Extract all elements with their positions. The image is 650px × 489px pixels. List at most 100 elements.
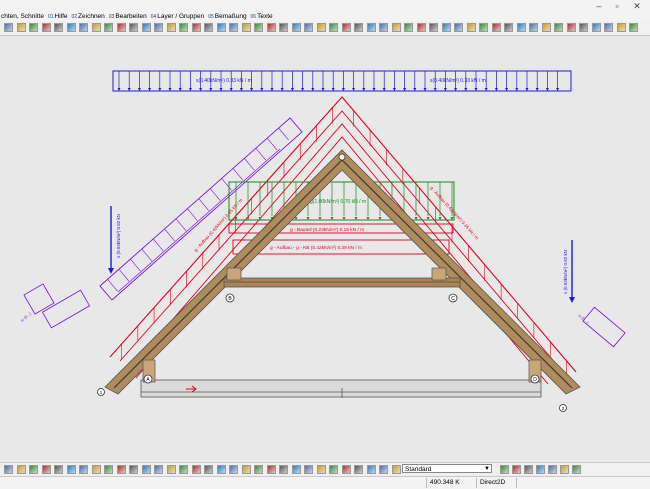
- bottom-toolbar-tool-icon[interactable]: [67, 465, 76, 474]
- top-toolbar-tool-icon[interactable]: [504, 23, 513, 32]
- bottom-toolbar-tool-icon[interactable]: [129, 465, 138, 474]
- top-toolbar-tool-icon[interactable]: [279, 23, 288, 32]
- bottom-toolbar-tool-icon[interactable]: [392, 465, 401, 474]
- minimize-icon[interactable]: –: [592, 0, 606, 12]
- top-toolbar-tool-icon[interactable]: [92, 23, 101, 32]
- top-toolbar-tool-icon[interactable]: [554, 23, 563, 32]
- top-toolbar-tool-icon[interactable]: [479, 23, 488, 32]
- node-a[interactable]: A: [143, 374, 153, 384]
- node-2[interactable]: 2: [559, 404, 567, 412]
- top-toolbar-tool-icon[interactable]: [104, 23, 113, 32]
- bottom-toolbar-tool-icon[interactable]: [142, 465, 151, 474]
- menu-item-bearbeiten[interactable]: 03Bearbeiten: [109, 12, 147, 21]
- top-toolbar-tool-icon[interactable]: [529, 23, 538, 32]
- bottom-toolbar-tool-icon[interactable]: [17, 465, 26, 474]
- top-toolbar-tool-icon[interactable]: [542, 23, 551, 32]
- menu-item-ansichten[interactable]: chten, Schnitte: [0, 12, 44, 21]
- bottom-toolbar-tool-icon[interactable]: [154, 465, 163, 474]
- bottom-toolbar-tool-icon[interactable]: [304, 465, 313, 474]
- bottom-toolbar-tool-icon[interactable]: [117, 465, 126, 474]
- bottom-toolbar-tool-icon[interactable]: [379, 465, 388, 474]
- menu-item-zeichnen[interactable]: 02Zeichnen: [71, 12, 104, 21]
- ridge-node[interactable]: [338, 153, 346, 161]
- node-1[interactable]: 1: [97, 388, 105, 396]
- bottom-toolbar-tool-icon[interactable]: [4, 465, 13, 474]
- bottom-toolbar-tool-icon[interactable]: [317, 465, 326, 474]
- top-toolbar-tool-icon[interactable]: [117, 23, 126, 32]
- top-toolbar-tool-icon[interactable]: [42, 23, 51, 32]
- bottom-toolbar-tool-icon[interactable]: [548, 465, 557, 474]
- bottom-toolbar-tool-icon[interactable]: [242, 465, 251, 474]
- bottom-toolbar-tool-icon[interactable]: [524, 465, 533, 474]
- top-toolbar-tool-icon[interactable]: [379, 23, 388, 32]
- bottom-toolbar-tool-icon[interactable]: [192, 465, 201, 474]
- bottom-toolbar-tool-icon[interactable]: [179, 465, 188, 474]
- bottom-toolbar-tool-icon[interactable]: [560, 465, 569, 474]
- top-toolbar-tool-icon[interactable]: [17, 23, 26, 32]
- bottom-toolbar-tool-icon[interactable]: [92, 465, 101, 474]
- menu-item-bemassung[interactable]: 05Bemaßung: [208, 12, 246, 21]
- top-toolbar-tool-icon[interactable]: [342, 23, 351, 32]
- bottom-toolbar-tool-icon[interactable]: [279, 465, 288, 474]
- top-toolbar-tool-icon[interactable]: [467, 23, 476, 32]
- top-toolbar-tool-icon[interactable]: [517, 23, 526, 32]
- top-toolbar-tool-icon[interactable]: [67, 23, 76, 32]
- node-c[interactable]: C: [448, 293, 458, 303]
- menu-item-texte[interactable]: 06Texte: [251, 12, 273, 21]
- top-toolbar-tool-icon[interactable]: [304, 23, 313, 32]
- top-toolbar-tool-icon[interactable]: [242, 23, 251, 32]
- bottom-toolbar-tool-icon[interactable]: [267, 465, 276, 474]
- bottom-toolbar-tool-icon[interactable]: [329, 465, 338, 474]
- top-toolbar-tool-icon[interactable]: [179, 23, 188, 32]
- bottom-toolbar-tool-icon[interactable]: [572, 465, 581, 474]
- layer-select[interactable]: Standard ▼: [402, 464, 492, 473]
- bottom-toolbar-tool-icon[interactable]: [167, 465, 176, 474]
- top-toolbar-tool-icon[interactable]: [4, 23, 13, 32]
- bottom-toolbar-tool-icon[interactable]: [512, 465, 521, 474]
- bottom-toolbar-tool-icon[interactable]: [500, 465, 509, 474]
- top-toolbar-tool-icon[interactable]: [392, 23, 401, 32]
- bottom-toolbar-tool-icon[interactable]: [292, 465, 301, 474]
- top-toolbar-tool-icon[interactable]: [292, 23, 301, 32]
- top-toolbar-tool-icon[interactable]: [567, 23, 576, 32]
- top-toolbar-tool-icon[interactable]: [579, 23, 588, 32]
- top-toolbar-tool-icon[interactable]: [167, 23, 176, 32]
- top-toolbar-tool-icon[interactable]: [442, 23, 451, 32]
- bottom-toolbar-tool-icon[interactable]: [254, 465, 263, 474]
- top-toolbar-tool-icon[interactable]: [317, 23, 326, 32]
- top-toolbar-tool-icon[interactable]: [367, 23, 376, 32]
- top-toolbar-tool-icon[interactable]: [217, 23, 226, 32]
- top-toolbar-tool-icon[interactable]: [229, 23, 238, 32]
- top-toolbar-tool-icon[interactable]: [29, 23, 38, 32]
- node-d[interactable]: D: [530, 374, 540, 384]
- top-toolbar-tool-icon[interactable]: [429, 23, 438, 32]
- bottom-toolbar-tool-icon[interactable]: [229, 465, 238, 474]
- top-toolbar-tool-icon[interactable]: [417, 23, 426, 32]
- bottom-toolbar-tool-icon[interactable]: [367, 465, 376, 474]
- bottom-toolbar-tool-icon[interactable]: [217, 465, 226, 474]
- close-icon[interactable]: ✕: [630, 0, 644, 12]
- bottom-toolbar-tool-icon[interactable]: [104, 465, 113, 474]
- top-toolbar-tool-icon[interactable]: [267, 23, 276, 32]
- top-toolbar-tool-icon[interactable]: [629, 23, 638, 32]
- top-toolbar-tool-icon[interactable]: [354, 23, 363, 32]
- drawing-canvas[interactable]: s(0.40kN/m²) 0.33 kN / m s(0.40kN/m²) 0.…: [0, 36, 650, 460]
- bottom-toolbar-tool-icon[interactable]: [79, 465, 88, 474]
- top-toolbar-tool-icon[interactable]: [617, 23, 626, 32]
- bottom-toolbar-tool-icon[interactable]: [204, 465, 213, 474]
- top-toolbar-tool-icon[interactable]: [192, 23, 201, 32]
- top-toolbar-tool-icon[interactable]: [454, 23, 463, 32]
- bottom-toolbar-tool-icon[interactable]: [29, 465, 38, 474]
- top-toolbar-tool-icon[interactable]: [204, 23, 213, 32]
- top-toolbar-tool-icon[interactable]: [592, 23, 601, 32]
- node-b[interactable]: B: [225, 293, 235, 303]
- bottom-toolbar-tool-icon[interactable]: [54, 465, 63, 474]
- top-toolbar-tool-icon[interactable]: [604, 23, 613, 32]
- top-toolbar-tool-icon[interactable]: [329, 23, 338, 32]
- top-toolbar-tool-icon[interactable]: [492, 23, 501, 32]
- top-toolbar-tool-icon[interactable]: [54, 23, 63, 32]
- menu-item-layer[interactable]: 04Layer / Gruppen: [151, 12, 205, 21]
- top-toolbar-tool-icon[interactable]: [154, 23, 163, 32]
- bottom-toolbar-tool-icon[interactable]: [42, 465, 51, 474]
- top-toolbar-tool-icon[interactable]: [142, 23, 151, 32]
